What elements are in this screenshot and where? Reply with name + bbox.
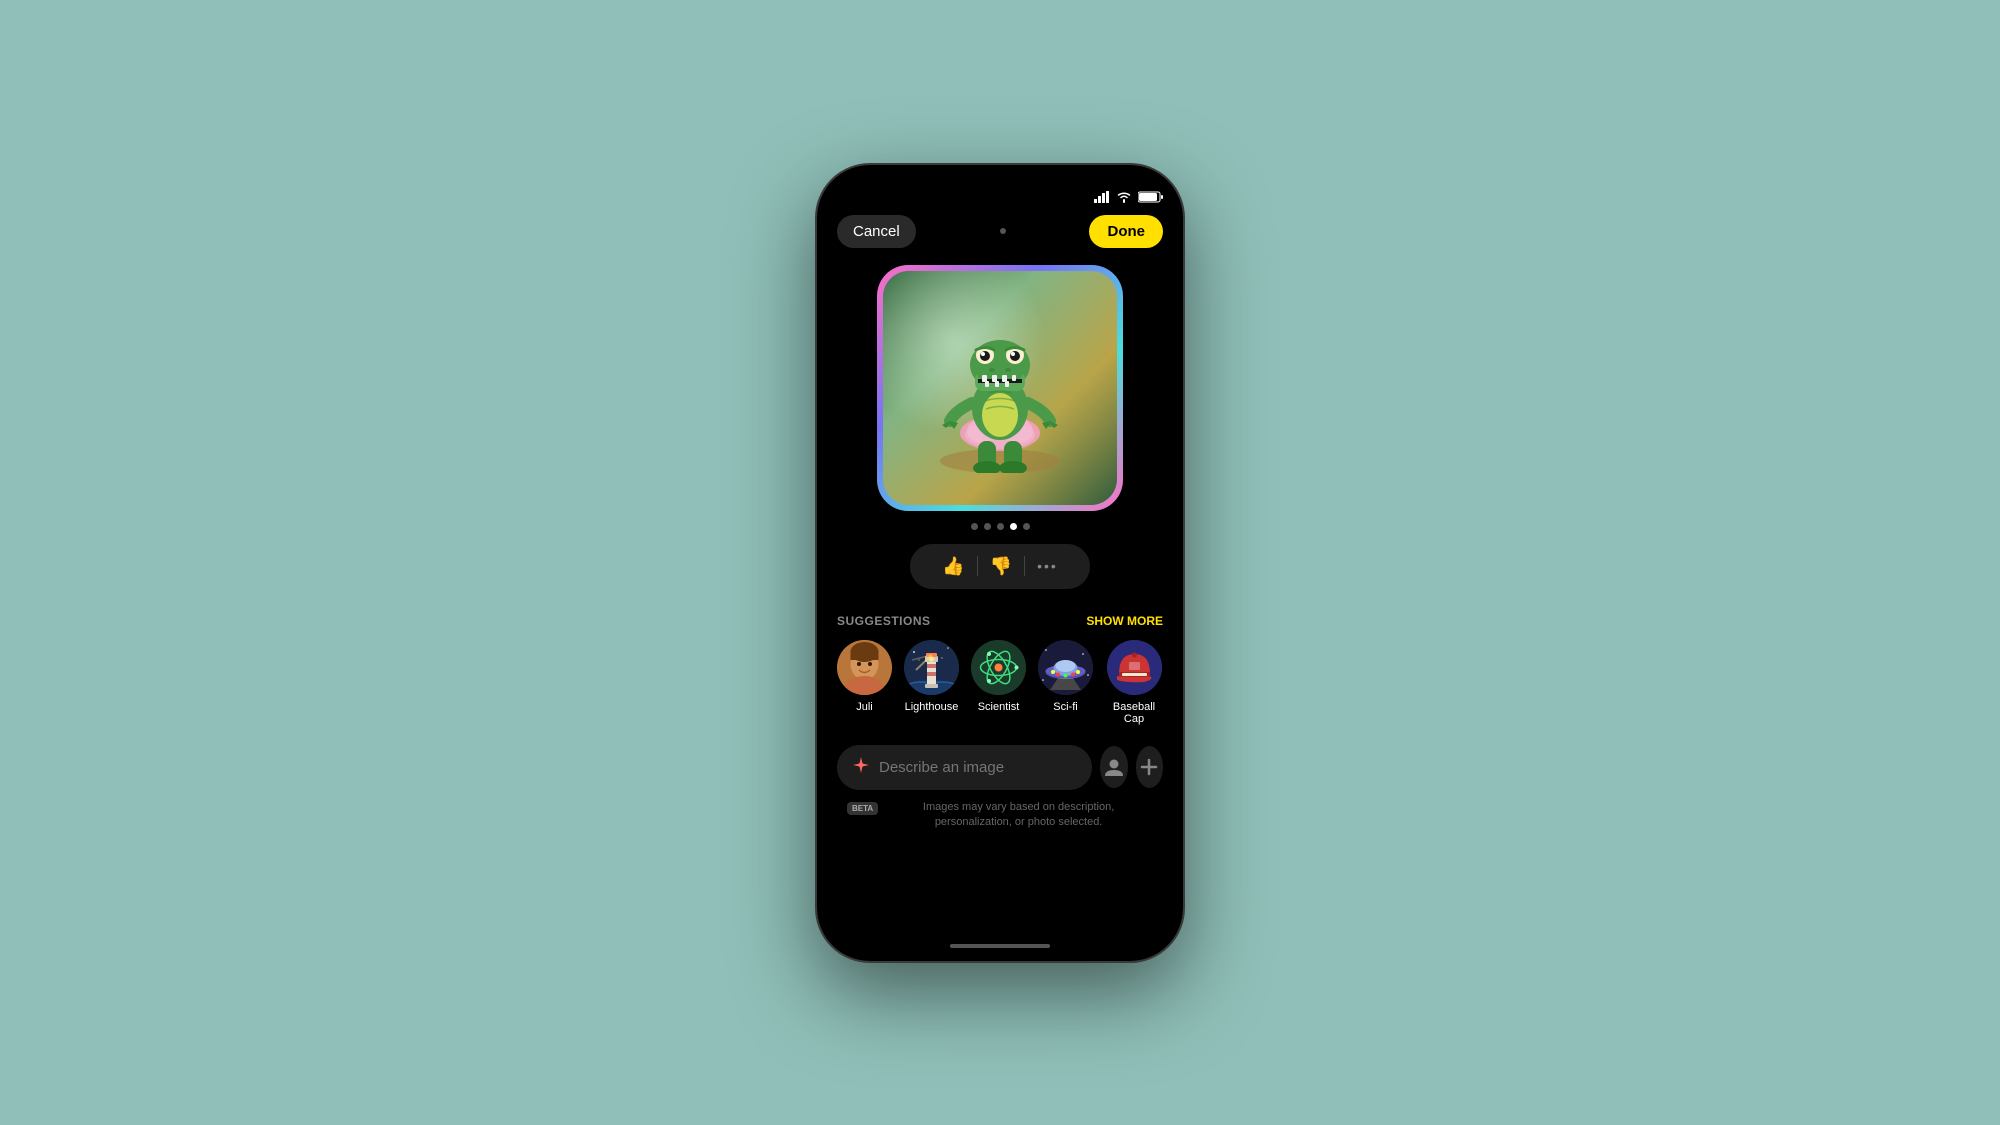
person-icon <box>1103 756 1125 778</box>
generated-image <box>883 271 1117 505</box>
thumbs-up-icon: 👍 <box>942 556 964 577</box>
power-button[interactable] <box>1183 385 1185 465</box>
suggestion-item-scientist[interactable]: Scientist <box>971 640 1026 725</box>
suggestion-icon-juli <box>837 640 892 695</box>
plus-icon <box>1139 757 1159 777</box>
suggestion-icon-scifi <box>1038 640 1093 695</box>
suggestion-icon-lighthouse <box>904 640 959 695</box>
beta-badge: BETA <box>847 802 878 815</box>
suggestion-label-scifi: Sci-fi <box>1053 701 1077 713</box>
dot-4 <box>1010 523 1017 530</box>
text-input-container[interactable] <box>837 745 1092 790</box>
thumbs-down-button[interactable]: 👎 <box>978 552 1024 581</box>
suggestion-item-juli[interactable]: Juli <box>837 640 892 725</box>
crocodile-illustration <box>920 303 1080 473</box>
home-indicator <box>817 931 1183 961</box>
camera-notch <box>985 183 1015 191</box>
scientist-svg <box>971 640 1026 695</box>
thumbs-down-icon: 👎 <box>990 556 1012 577</box>
suggestions-list: Juli <box>837 640 1163 725</box>
lighthouse-svg <box>904 640 959 695</box>
suggestion-item-lighthouse[interactable]: Lighthouse <box>904 640 959 725</box>
dot-3 <box>997 523 1004 530</box>
person-button[interactable] <box>1100 746 1128 788</box>
suggestion-item-baseball-cap[interactable]: Baseball Cap <box>1105 640 1163 725</box>
battery-icon <box>1138 191 1163 203</box>
suggestion-icon-baseball-cap <box>1107 640 1162 695</box>
disclaimer-text: Images may vary based on description, pe… <box>884 800 1153 831</box>
phone-screen: Cancel Done <box>817 165 1183 961</box>
suggestion-label-scientist: Scientist <box>978 701 1020 713</box>
signal-icon <box>1094 191 1110 203</box>
dot-5 <box>1023 523 1030 530</box>
status-bar <box>817 165 1183 215</box>
suggestions-label: SUGGESTIONS <box>837 614 931 628</box>
sparkle-icon <box>851 755 871 775</box>
phone-frame: Cancel Done <box>815 163 1185 963</box>
generated-image-container[interactable] <box>880 268 1120 508</box>
done-button[interactable]: Done <box>1089 215 1163 248</box>
baseball-cap-svg <box>1107 640 1162 695</box>
show-more-button[interactable]: SHOW MORE <box>1086 614 1163 628</box>
suggestions-header: SUGGESTIONS SHOW MORE <box>837 614 1163 628</box>
suggestion-label-juli: Juli <box>856 701 873 713</box>
dot-2 <box>984 523 991 530</box>
add-button[interactable] <box>1136 746 1164 788</box>
input-area <box>837 745 1163 790</box>
status-icons <box>1094 191 1163 203</box>
dot-1 <box>971 523 978 530</box>
action-bar: 👍 👎 ••• <box>910 544 1090 589</box>
beta-disclaimer: BETA Images may vary based on descriptio… <box>837 800 1163 831</box>
more-icon: ••• <box>1037 558 1058 574</box>
more-options-button[interactable]: ••• <box>1025 554 1070 578</box>
wifi-icon <box>1116 191 1132 203</box>
cancel-button[interactable]: Cancel <box>837 215 916 248</box>
top-bar: Cancel Done <box>817 215 1183 258</box>
top-center-indicator <box>1000 228 1006 234</box>
page-dots <box>971 523 1030 530</box>
home-bar <box>950 944 1050 948</box>
person-photo-svg <box>837 640 892 695</box>
suggestion-item-scifi[interactable]: Sci-fi <box>1038 640 1093 725</box>
suggestion-icon-scientist <box>971 640 1026 695</box>
suggestion-label-lighthouse: Lighthouse <box>905 701 959 713</box>
image-gen-icon <box>851 755 871 780</box>
describe-image-input[interactable] <box>879 759 1078 776</box>
suggestion-label-baseball-cap: Baseball Cap <box>1105 701 1163 725</box>
scifi-svg <box>1038 640 1093 695</box>
thumbs-up-button[interactable]: 👍 <box>930 552 976 581</box>
main-content: 👍 👎 ••• SUGGESTIONS SHOW MORE <box>817 258 1183 931</box>
